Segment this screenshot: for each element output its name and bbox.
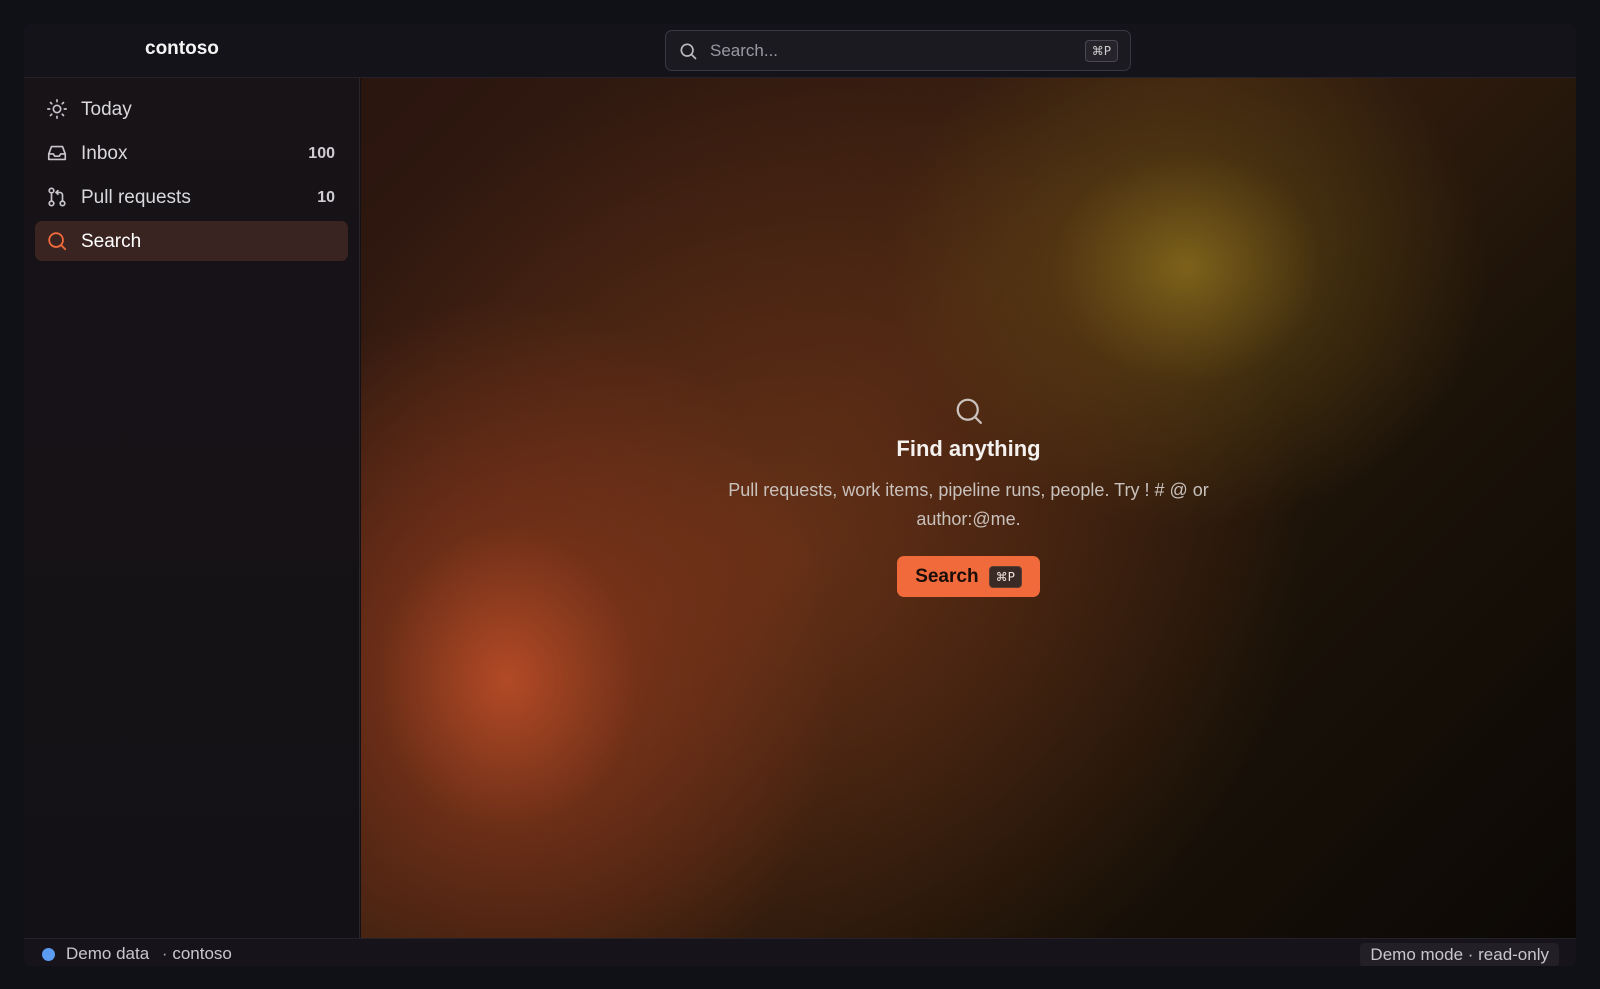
search-empty-state: Find anything Pull requests, work items,… bbox=[361, 396, 1576, 597]
sidebar-item-count: 10 bbox=[317, 189, 335, 206]
empty-state-description: Pull requests, work items, pipeline runs… bbox=[728, 480, 1209, 529]
search-icon bbox=[48, 232, 67, 251]
top-bar: contoso ⌘P bbox=[24, 24, 1576, 78]
search-icon bbox=[680, 43, 697, 60]
demo-data-label: Demo data bbox=[66, 944, 150, 963]
brand-name: contoso bbox=[145, 38, 219, 59]
sidebar-item-label: Search bbox=[81, 231, 142, 252]
status-separator: · bbox=[161, 944, 168, 963]
sidebar-item-label: Inbox bbox=[81, 143, 128, 164]
search-shortcut-badge: ⌘P bbox=[1084, 40, 1118, 62]
status-left: Demo data · contoso bbox=[66, 944, 232, 964]
app-window: contoso ⌘P Today Inbox bbox=[24, 24, 1576, 966]
sidebar-item-search[interactable]: Search bbox=[35, 221, 348, 261]
search-button-shortcut: ⌘P bbox=[988, 565, 1022, 588]
sidebar-item-label: Pull requests bbox=[81, 187, 191, 208]
global-search-input[interactable] bbox=[710, 37, 1060, 64]
sidebar-item-pull-requests[interactable]: Pull requests 10 bbox=[35, 177, 348, 217]
main-content: Find anything Pull requests, work items,… bbox=[361, 78, 1576, 938]
demo-mode-badge: Demo mode · read-only bbox=[1360, 943, 1559, 966]
status-bar: Demo data · contoso Demo mode · read-onl… bbox=[24, 938, 1576, 966]
sun-icon bbox=[47, 99, 67, 119]
search-icon bbox=[956, 398, 982, 424]
sidebar-item-count: 100 bbox=[308, 145, 335, 162]
empty-state-title: Find anything bbox=[896, 436, 1041, 461]
git-pull-request-icon bbox=[48, 187, 66, 207]
global-search-box[interactable]: ⌘P bbox=[665, 30, 1131, 71]
inbox-icon bbox=[47, 145, 67, 161]
sidebar-item-today[interactable]: Today bbox=[35, 89, 348, 129]
sidebar: Today Inbox 100 Pull requests 10 Search bbox=[24, 78, 360, 938]
status-org-name: contoso bbox=[172, 944, 232, 963]
demo-status-dot bbox=[42, 948, 55, 961]
search-button-label: Search bbox=[915, 565, 979, 587]
sidebar-item-inbox[interactable]: Inbox 100 bbox=[35, 133, 348, 173]
sidebar-item-label: Today bbox=[81, 99, 132, 120]
search-button[interactable]: Search ⌘P bbox=[897, 556, 1040, 597]
